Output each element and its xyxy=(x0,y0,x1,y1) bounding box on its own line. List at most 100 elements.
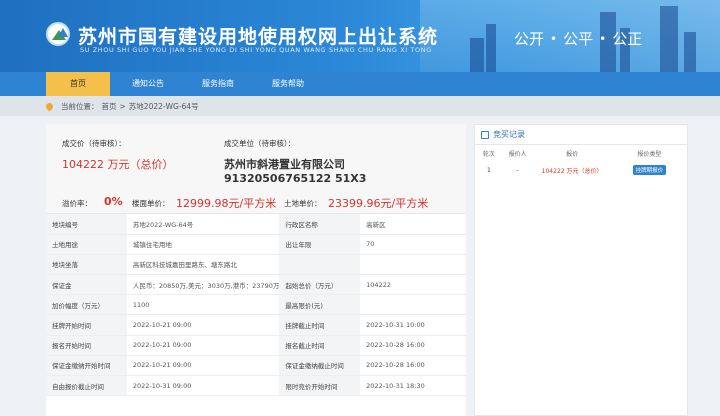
bid-price: 104222 万元（总价） xyxy=(541,167,603,175)
info-value xyxy=(360,294,466,316)
info-key: 保证金缴纳截止时间 xyxy=(279,355,361,377)
bid-col-type: 报价类型 xyxy=(637,150,662,158)
info-key: 挂牌开始时间 xyxy=(46,314,127,336)
slogan-item: 公开 xyxy=(514,30,545,48)
main-nav: 首页 通知公告 服务指南 服务帮助 xyxy=(0,72,720,96)
deal-price-label: 成交价（待审核）： xyxy=(62,139,126,148)
info-value: 1100 xyxy=(126,294,280,316)
skyline-building xyxy=(660,6,678,72)
land-price-value: 23399.96元/平方米 xyxy=(328,197,429,210)
record-list-icon xyxy=(481,130,489,139)
info-key: 自由报价截止时间 xyxy=(46,375,127,397)
info-value: 城镇住宅用地 xyxy=(126,234,280,255)
info-value: 高新区科技城嘉田里路东、塘东路北 xyxy=(126,254,280,276)
info-key: 地块坐落 xyxy=(46,254,127,276)
info-value: 2022-10-21 09:00 xyxy=(126,355,280,377)
site-logo-icon[interactable] xyxy=(46,22,70,46)
info-key: 保证金缴纳开始时间 xyxy=(46,355,127,377)
deal-summary: 成交价（待审核）： 104222 万元（总价） 成交单位（待审核）： 苏州市斜港… xyxy=(46,124,466,214)
info-key: 加价幅度（万元） xyxy=(46,294,127,316)
info-key: 起始总价（万元） xyxy=(279,274,361,296)
bid-col-bidder: 报价人 xyxy=(508,150,527,158)
nav-notices[interactable]: 通知公告 xyxy=(116,72,180,96)
bid-col-price: 报价 xyxy=(566,150,579,158)
info-value: 苏地2022-WG-64号 xyxy=(126,214,280,235)
skyline-building xyxy=(470,38,484,72)
info-row: 加价幅度（万元） 1100 最高限价(元) xyxy=(46,294,466,316)
site-title: 苏州市国有建设用地使用权网上出让系统 xyxy=(78,26,439,48)
parcel-info-table: 地块编号 苏地2022-WG-64号 行政区名称 高新区 土地用途 城镇住宅用地 出让年限 7… xyxy=(46,214,466,397)
info-value: 2022-10-21 09:00 xyxy=(126,314,280,336)
nav-service-help[interactable]: 服务帮助 xyxy=(256,72,320,96)
parcel-detail-panel: 成交价（待审核）： 104222 万元（总价） 成交单位（待审核）： 苏州市斜港… xyxy=(46,124,466,416)
logo-peak-shape xyxy=(58,28,68,37)
info-key: 保证金 xyxy=(46,274,127,296)
location-pin-icon xyxy=(44,101,55,111)
info-key: 最高限价(元) xyxy=(279,294,361,316)
bid-record-title: 竞买记录 xyxy=(493,130,525,139)
slogan-item: 公平 xyxy=(563,30,594,48)
info-value: 人民币：20850万,美元：3030万,港币：23790万 xyxy=(126,274,280,296)
bid-table-header: 轮次 报价人 报价 报价类型 xyxy=(475,145,687,161)
premium-value: 0% xyxy=(104,195,123,208)
info-row: 保证金 人民币：20850万,美元：3030万,港币：23790万 起始总价（万元）… xyxy=(46,274,466,296)
bid-row: 1 - 104222 万元（总价） 挂牌期报价 xyxy=(475,161,687,179)
info-key: 限时竞价开始时间 xyxy=(279,375,361,397)
info-key: 挂牌截止时间 xyxy=(279,314,361,336)
info-row: 地块编号 苏地2022-WG-64号 行政区名称 高新区 xyxy=(46,214,466,235)
nav-service-guide[interactable]: 服务指南 xyxy=(186,72,250,96)
info-value: 2022-10-28 16:00 xyxy=(360,355,466,377)
floor-price-value: 12999.98元/平方米 xyxy=(176,197,277,210)
winner-code: 91320506765122 51X3 xyxy=(224,172,367,185)
info-value: 2022-10-31 10:00 xyxy=(360,314,466,336)
site-subtitle: SU ZHOU SHI GUO YOU JIAN SHE YONG DI SHI… xyxy=(80,46,432,54)
info-key: 报名截止时间 xyxy=(279,335,361,356)
slogan-item: 公正 xyxy=(612,30,643,48)
skyline-building xyxy=(486,24,496,72)
info-value: 2022-10-31 18:30 xyxy=(360,375,466,397)
breadcrumb-separator: > xyxy=(119,101,126,111)
breadcrumb: 当前位置： 首页 > 苏地2022-WG-64号 xyxy=(0,96,720,116)
info-row: 保证金缴纳开始时间 2022-10-21 09:00 保证金缴纳截止时间 2022-1… xyxy=(46,355,466,377)
skyline-building xyxy=(684,32,696,72)
bid-record-panel: 竞买记录 轮次 报价人 报价 报价类型 1 - 104222 万元（总价） 挂牌… xyxy=(474,124,688,416)
breadcrumb-home-link[interactable]: 首页 xyxy=(102,101,117,112)
info-key: 行政区名称 xyxy=(279,214,361,235)
floor-price-label: 楼面单价： xyxy=(132,199,170,208)
winner-name: 苏州市斜港置业有限公司 xyxy=(224,158,345,171)
premium-label: 溢价率： xyxy=(62,199,92,208)
bid-bidder: - xyxy=(516,166,519,174)
winner-label: 成交单位（待审核）： xyxy=(224,139,296,148)
info-key: 出让年限 xyxy=(279,234,361,255)
breadcrumb-prefix: 当前位置： xyxy=(61,101,99,111)
info-value: 2022-10-28 16:00 xyxy=(360,335,466,356)
header-banner: 苏州市国有建设用地使用权网上出让系统 SU ZHOU SHI GUO YOU J… xyxy=(0,0,720,72)
info-row: 自由报价截止时间 2022-10-31 09:00 限时竞价开始时间 2022-10-… xyxy=(46,375,466,397)
slogan: 公开 • 公平 • 公正 xyxy=(514,28,642,49)
info-value: 104222 xyxy=(360,274,466,296)
land-price-label: 土地单价： xyxy=(284,199,322,208)
bid-type-badge: 挂牌期报价 xyxy=(632,165,667,175)
info-key: 地块编号 xyxy=(46,214,127,235)
info-key xyxy=(279,254,361,276)
info-value: 2022-10-31 09:00 xyxy=(126,375,280,397)
info-value: 高新区 xyxy=(360,214,466,235)
info-value: 2022-10-21 09:00 xyxy=(126,335,280,356)
breadcrumb-current: 苏地2022-WG-64号 xyxy=(128,101,199,111)
info-value: 70 xyxy=(360,234,466,255)
info-value xyxy=(360,254,466,276)
info-key: 报名开始时间 xyxy=(46,335,127,356)
deal-price-value: 104222 万元（总价） xyxy=(62,158,174,171)
bid-type-cell: 挂牌期报价 xyxy=(612,165,687,175)
info-row: 报名开始时间 2022-10-21 09:00 报名截止时间 2022-10-28 1… xyxy=(46,335,466,356)
info-row: 土地用途 城镇住宅用地 出让年限 70 xyxy=(46,234,466,255)
info-row: 挂牌开始时间 2022-10-21 09:00 挂牌截止时间 2022-10-31 1… xyxy=(46,314,466,336)
slogan-dot-icon: • xyxy=(550,31,558,46)
slogan-dot-icon: • xyxy=(599,31,607,46)
nav-home[interactable]: 首页 xyxy=(46,72,110,96)
bid-record-header: 竞买记录 xyxy=(475,125,687,145)
info-row: 地块坐落 高新区科技城嘉田里路东、塘东路北 xyxy=(46,254,466,276)
bid-col-round: 轮次 xyxy=(482,150,495,158)
info-key: 土地用途 xyxy=(46,234,127,255)
bid-round: 1 xyxy=(486,166,491,174)
